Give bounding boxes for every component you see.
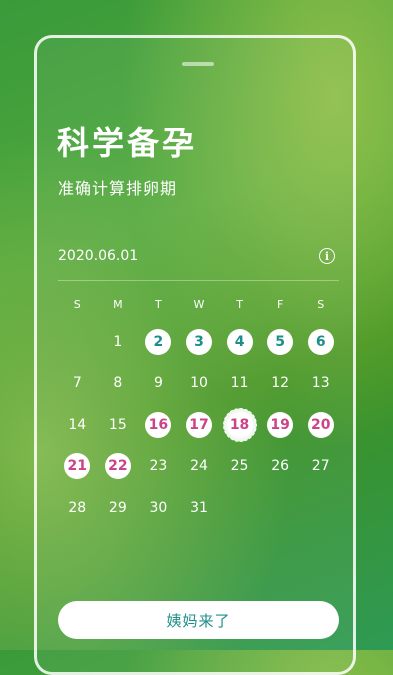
weekday-label: S — [317, 298, 325, 311]
weekday-label: T — [155, 298, 162, 311]
calendar-day-normal[interactable]: 7 — [64, 370, 90, 396]
divider — [58, 280, 339, 281]
calendar-cell: 17 — [179, 404, 220, 446]
calendar-cell: 20 — [300, 404, 341, 446]
calendar-day-normal[interactable]: 8 — [105, 370, 131, 396]
weekday-label: W — [193, 298, 205, 311]
calendar-day-normal[interactable]: 11 — [227, 370, 253, 396]
calendar-cell: 16 — [138, 404, 179, 446]
calendar-grid: 1 2 3 4 5 6 7 8 9 10 11 12 13 14 15 16 17 18 19 20 21 22 23 24 2… — [57, 321, 341, 529]
calendar-cell: 4 — [219, 321, 260, 363]
calendar-day-normal[interactable]: 1 — [105, 329, 131, 355]
calendar-card: 科学备孕 准确计算排卵期 2020.06.01 i S M T W T F S … — [34, 35, 356, 675]
calendar-day-ovulation[interactable]: 21 — [64, 453, 91, 480]
calendar-day-normal[interactable]: 27 — [308, 453, 334, 479]
calendar-day-normal[interactable]: 30 — [145, 495, 171, 521]
calendar-day-period[interactable]: 3 — [185, 328, 212, 355]
weekday-label: M — [113, 298, 123, 311]
calendar-cell: 27 — [300, 446, 341, 488]
calendar-cell: 29 — [98, 487, 139, 529]
drag-handle[interactable] — [182, 62, 214, 66]
calendar-cell: 25 — [219, 446, 260, 488]
calendar-cell: 26 — [260, 446, 301, 488]
calendar-day-normal[interactable]: 24 — [186, 453, 212, 479]
calendar-day-ovulation[interactable]: 17 — [185, 411, 212, 438]
calendar-day-ovulation[interactable]: 19 — [267, 411, 294, 438]
calendar-day-period[interactable]: 4 — [226, 328, 253, 355]
period-start-button[interactable]: 姨妈来了 — [58, 601, 339, 639]
calendar-cell: 5 — [260, 321, 301, 363]
calendar-cell: 30 — [138, 487, 179, 529]
calendar-cell: 10 — [179, 363, 220, 405]
calendar-cell: 23 — [138, 446, 179, 488]
calendar-cell: 22 — [98, 446, 139, 488]
calendar-day-period[interactable]: 6 — [307, 328, 334, 355]
calendar-day-period[interactable]: 5 — [267, 328, 294, 355]
page-title: 科学备孕 — [57, 124, 198, 162]
calendar-cell: 9 — [138, 363, 179, 405]
calendar-cell: 3 — [179, 321, 220, 363]
calendar-day-normal[interactable]: 25 — [227, 453, 253, 479]
calendar-cell: 13 — [300, 363, 341, 405]
calendar-day-normal[interactable]: 14 — [64, 412, 90, 438]
calendar-cell: 11 — [219, 363, 260, 405]
calendar-cell: 21 — [57, 446, 98, 488]
calendar-day-normal[interactable]: 28 — [64, 495, 90, 521]
calendar-day-normal[interactable]: 29 — [105, 495, 131, 521]
calendar-day-normal[interactable]: 9 — [145, 370, 171, 396]
calendar-cell: 28 — [57, 487, 98, 529]
calendar-cell: 2 — [138, 321, 179, 363]
calendar-cell: 19 — [260, 404, 301, 446]
calendar-day-normal[interactable]: 31 — [186, 495, 212, 521]
calendar-day-ovulation[interactable]: 20 — [307, 411, 334, 438]
calendar-cell: 18 — [219, 404, 260, 446]
info-icon[interactable]: i — [319, 248, 335, 264]
calendar-cell: 6 — [300, 321, 341, 363]
calendar-day-normal[interactable]: 26 — [267, 453, 293, 479]
calendar-cell: 7 — [57, 363, 98, 405]
calendar-day-normal[interactable]: 15 — [105, 412, 131, 438]
calendar-day-today[interactable]: 18 — [222, 407, 257, 442]
calendar-day-period[interactable]: 2 — [145, 328, 172, 355]
calendar-cell: 31 — [179, 487, 220, 529]
calendar-day-normal[interactable]: 23 — [145, 453, 171, 479]
calendar-cell: 8 — [98, 363, 139, 405]
calendar-day-normal[interactable]: 12 — [267, 370, 293, 396]
calendar-day-normal[interactable]: 10 — [186, 370, 212, 396]
page-subtitle: 准确计算排卵期 — [58, 179, 178, 198]
weekday-label: S — [73, 298, 81, 311]
calendar-cell: 15 — [98, 404, 139, 446]
calendar-day-normal[interactable]: 13 — [308, 370, 334, 396]
current-date: 2020.06.01 — [58, 248, 139, 264]
weekday-label: T — [236, 298, 243, 311]
calendar-blank-cell — [57, 321, 98, 363]
calendar-day-ovulation[interactable]: 16 — [145, 411, 172, 438]
weekday-label: F — [276, 298, 284, 311]
weekday-header: S M T W T F S — [57, 298, 341, 312]
calendar-cell: 1 — [98, 321, 139, 363]
calendar-cell: 24 — [179, 446, 220, 488]
calendar-cell: 12 — [260, 363, 301, 405]
calendar-cell: 14 — [57, 404, 98, 446]
calendar-day-ovulation[interactable]: 22 — [104, 453, 131, 480]
